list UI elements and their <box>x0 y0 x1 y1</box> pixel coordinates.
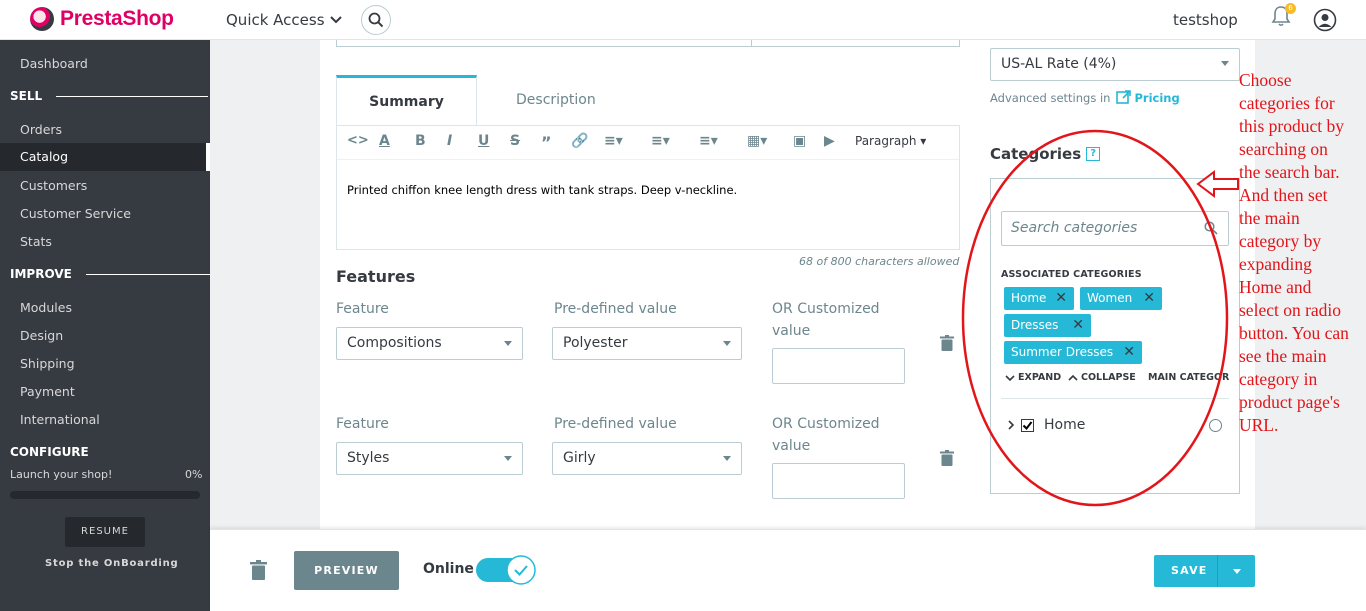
summary-editor[interactable]: <> A B I U S ” 🔗 ≡▾ ≡▾ ≡▾ ▦▾ ▣ ▶ Paragra… <box>336 125 960 250</box>
link-icon[interactable]: 🔗 <box>571 133 588 149</box>
section-divider <box>56 95 209 97</box>
bottom-action-bar: PREVIEW Online SAVE <box>210 529 1366 611</box>
online-label: Online <box>423 561 474 577</box>
sidebar-item-modules[interactable]: Modules <box>20 300 72 315</box>
feature-select-value: Compositions <box>347 335 442 351</box>
online-toggle[interactable] <box>476 555 538 585</box>
annotation-text: Choose categories for this product by se… <box>1239 70 1349 435</box>
paragraph-format-select[interactable]: Paragraph ▾ <box>855 134 926 148</box>
stop-onboarding-link[interactable]: Stop the OnBoarding <box>45 558 179 569</box>
paragraph-label: Paragraph <box>855 134 917 148</box>
launch-progress-percent: 0% <box>185 468 203 481</box>
save-options-dropdown[interactable] <box>1217 555 1255 587</box>
sidebar-item-dashboard[interactable]: Dashboard <box>20 56 88 71</box>
media-icon[interactable]: ▶ <box>824 133 835 149</box>
sidebar-item-orders[interactable]: Orders <box>20 122 62 137</box>
puffin-logo-icon <box>30 7 54 31</box>
features-title: Features <box>336 267 416 286</box>
save-label: SAVE <box>1171 564 1208 577</box>
tax-rule-select[interactable]: US-AL Rate (4%) <box>990 48 1240 81</box>
save-button[interactable]: SAVE <box>1154 555 1255 587</box>
sidebar-section-sell: SELL <box>10 89 209 103</box>
shop-name-link[interactable]: testshop <box>1173 11 1238 29</box>
bullet-list-icon[interactable]: ≡▾ <box>651 133 670 149</box>
customized-value-input[interactable] <box>772 463 905 499</box>
sidebar-item-catalog[interactable]: Catalog <box>0 143 210 171</box>
section-divider <box>85 273 210 275</box>
predefined-select-value: Girly <box>563 450 596 466</box>
code-icon[interactable]: <> <box>347 133 369 148</box>
customized-value-input[interactable] <box>772 348 905 384</box>
quick-access-menu[interactable]: Quick Access <box>226 11 343 29</box>
predefined-select-value: Polyester <box>563 335 628 351</box>
sidebar-item-design[interactable]: Design <box>20 328 63 343</box>
launch-progress-bar <box>10 491 200 499</box>
sidebar-nav: Dashboard SELL Orders Catalog Customers … <box>0 40 210 611</box>
prestashop-logo[interactable]: PrestaShop <box>30 7 174 31</box>
customized-value-label: OR Customized value <box>772 416 880 454</box>
editor-content[interactable]: Printed chiffon knee length dress with t… <box>347 183 737 197</box>
top-header: PrestaShop Quick Access testshop 6 <box>0 0 1366 40</box>
predefined-value-select[interactable]: Girly <box>552 442 742 475</box>
feature-select[interactable]: Styles <box>336 442 523 475</box>
quick-access-label: Quick Access <box>226 11 325 29</box>
sidebar-item-shipping[interactable]: Shipping <box>20 356 75 371</box>
feature-select-value: Styles <box>347 450 390 466</box>
bold-icon[interactable]: B <box>415 133 426 149</box>
search-icon <box>368 12 384 28</box>
external-link-icon <box>1116 90 1132 104</box>
char-count: 68 of 800 characters allowed <box>799 255 960 268</box>
advanced-settings-label: Advanced settings in <box>990 90 1111 105</box>
trash-icon[interactable] <box>250 560 267 580</box>
annotation-arrow-icon <box>1196 170 1239 198</box>
advanced-settings-note: Advanced settings in Pricing <box>990 90 1180 105</box>
section-label: IMPROVE <box>10 267 72 281</box>
logo-text: PrestaShop <box>60 7 174 30</box>
tab-description[interactable]: Description <box>516 92 596 108</box>
section-label: CONFIGURE <box>10 445 89 459</box>
sidebar-section-configure: CONFIGURE <box>10 445 89 459</box>
trash-icon[interactable] <box>940 450 954 466</box>
top-input-fields[interactable] <box>336 40 960 47</box>
resume-onboarding-button[interactable]: RESUME <box>65 517 145 547</box>
italic-icon[interactable]: I <box>447 133 452 149</box>
notification-badge: 6 <box>1285 3 1296 14</box>
sidebar-item-payment[interactable]: Payment <box>20 384 75 399</box>
preview-button[interactable]: PREVIEW <box>294 551 399 590</box>
image-icon[interactable]: ▣ <box>793 133 806 149</box>
sidebar-section-improve: IMPROVE <box>10 267 210 281</box>
sidebar-item-international[interactable]: International <box>20 412 100 427</box>
align-icon[interactable]: ≡▾ <box>604 133 623 149</box>
editor-toolbar: <> A B I U S ” 🔗 ≡▾ ≡▾ ≡▾ ▦▾ ▣ ▶ Paragra… <box>337 126 959 160</box>
tab-summary[interactable]: Summary <box>336 75 477 126</box>
search-button[interactable] <box>361 5 391 35</box>
sidebar-item-stats[interactable]: Stats <box>20 234 52 249</box>
sidebar-item-customer-service[interactable]: Customer Service <box>20 206 131 221</box>
predefined-value-select[interactable]: Polyester <box>552 327 742 360</box>
text-color-icon[interactable]: A <box>379 133 390 149</box>
table-icon[interactable]: ▦▾ <box>747 133 767 149</box>
feature-label: Feature <box>336 416 389 432</box>
numbered-list-icon[interactable]: ≡▾ <box>699 133 718 149</box>
user-avatar-icon[interactable] <box>1313 8 1337 32</box>
section-label: SELL <box>10 89 43 103</box>
sidebar-item-customers[interactable]: Customers <box>20 178 87 193</box>
predefined-value-label: Pre-defined value <box>554 416 677 432</box>
pricing-link-label: Pricing <box>1134 90 1180 105</box>
customized-value-label: OR Customized value <box>772 301 880 339</box>
feature-label: Feature <box>336 301 389 317</box>
strikethrough-icon[interactable]: S <box>510 133 520 149</box>
predefined-value-label: Pre-defined value <box>554 301 677 317</box>
tax-rule-value: US-AL Rate (4%) <box>1001 56 1117 72</box>
quote-icon[interactable]: ” <box>541 133 552 152</box>
launch-shop-label: Launch your shop! <box>10 468 113 481</box>
trash-icon[interactable] <box>940 335 954 351</box>
feature-select[interactable]: Compositions <box>336 327 523 360</box>
chevron-down-icon <box>329 16 342 24</box>
pricing-link[interactable]: Pricing <box>1116 90 1180 105</box>
underline-icon[interactable]: U <box>478 133 489 149</box>
